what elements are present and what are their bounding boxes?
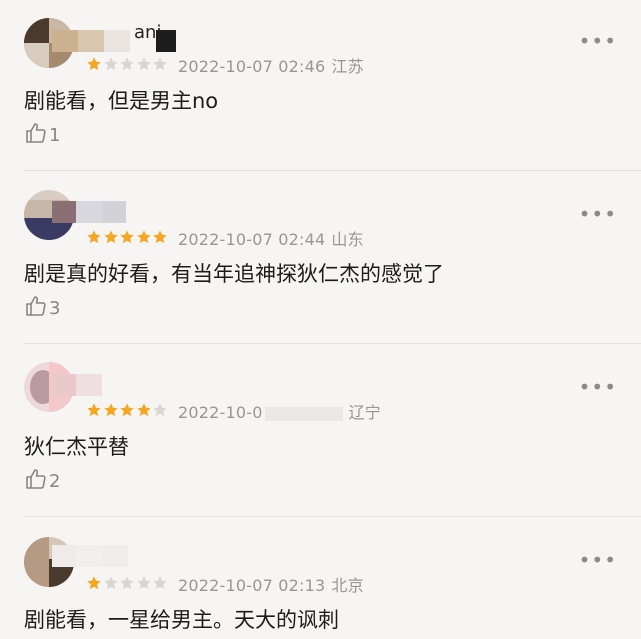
more-options-button[interactable]: ••• <box>579 377 617 397</box>
star-filled-icon <box>103 230 118 244</box>
star-filled-icon <box>120 403 134 417</box>
star-empty-icon <box>136 576 151 590</box>
more-options-button[interactable]: ••• <box>579 550 617 570</box>
star-empty-icon <box>153 403 167 417</box>
thumbs-up-icon <box>24 467 48 495</box>
like-count: 3 <box>49 297 61 319</box>
rating-stars <box>86 56 169 72</box>
comment-text: 剧能看，但是男主no <box>24 89 219 113</box>
star-filled-icon <box>87 57 101 71</box>
star-filled-icon <box>87 403 101 417</box>
like-count: 2 <box>49 470 61 492</box>
comment-meta: 2022-10-0 辽宁 <box>178 399 381 423</box>
comment-item: 2022-10-0 辽宁 ••• 狄仁杰平替 2 <box>0 344 641 516</box>
comment-meta: 2022-10-07 02:13 北京 <box>178 572 364 596</box>
more-options-button[interactable]: ••• <box>579 31 617 51</box>
comment-text: 狄仁杰平替 <box>24 435 129 459</box>
star-filled-icon <box>87 230 101 244</box>
comment-date: 2022-10-07 02:44 <box>178 230 326 249</box>
like-button[interactable]: 1 <box>24 121 60 149</box>
username-blurred[interactable] <box>52 374 102 396</box>
star-empty-icon <box>103 57 118 71</box>
star-filled-icon <box>153 230 167 244</box>
comment-location: 江苏 <box>331 57 364 76</box>
like-count: 1 <box>49 124 61 146</box>
username-blurred[interactable]: anj <box>52 22 176 52</box>
star-empty-icon <box>120 576 134 590</box>
username-blurred[interactable] <box>52 545 128 567</box>
comment-meta: 2022-10-07 02:46 江苏 <box>178 53 364 77</box>
star-empty-icon <box>120 57 134 71</box>
star-filled-icon <box>87 576 101 590</box>
rating-stars <box>86 575 169 591</box>
star-empty-icon <box>153 57 167 71</box>
comment-date: 2022-10-0 <box>178 403 263 422</box>
comment-location: 山东 <box>331 230 364 249</box>
comment-text: 剧是真的好看，有当年追神探狄仁杰的感觉了 <box>24 262 444 286</box>
rating-stars <box>86 402 169 418</box>
comment-location: 辽宁 <box>348 403 382 422</box>
thumbs-up-icon <box>24 121 48 149</box>
star-empty-icon <box>136 57 151 71</box>
comment-text: 剧能看，一星给男主。天大的讽刺 <box>24 608 339 632</box>
comment-item: 2022-10-07 02:13 北京 ••• 剧能看，一星给男主。天大的讽刺 <box>0 517 641 639</box>
star-empty-icon <box>103 576 118 590</box>
comment-location: 北京 <box>331 576 364 595</box>
star-empty-icon <box>153 576 167 590</box>
comment-date: 2022-10-07 02:46 <box>178 57 326 76</box>
star-filled-icon <box>120 230 134 244</box>
thumbs-up-icon <box>24 294 48 322</box>
comment-item: anj 2022-10-07 02:46 江苏 ••• 剧能看，但是男主no 1 <box>0 0 641 170</box>
more-options-button[interactable]: ••• <box>579 204 617 224</box>
star-filled-icon <box>136 230 151 244</box>
username-blurred[interactable] <box>52 201 126 223</box>
star-filled-icon <box>103 403 118 417</box>
like-button[interactable]: 2 <box>24 467 60 495</box>
like-button[interactable]: 3 <box>24 294 60 322</box>
rating-stars <box>86 229 169 245</box>
comment-date: 2022-10-07 02:13 <box>178 576 326 595</box>
comment-item: 2022-10-07 02:44 山东 ••• 剧是真的好看，有当年追神探狄仁杰的… <box>0 171 641 343</box>
star-filled-icon <box>136 403 151 417</box>
comment-meta: 2022-10-07 02:44 山东 <box>178 226 364 250</box>
username: anj <box>134 22 162 43</box>
